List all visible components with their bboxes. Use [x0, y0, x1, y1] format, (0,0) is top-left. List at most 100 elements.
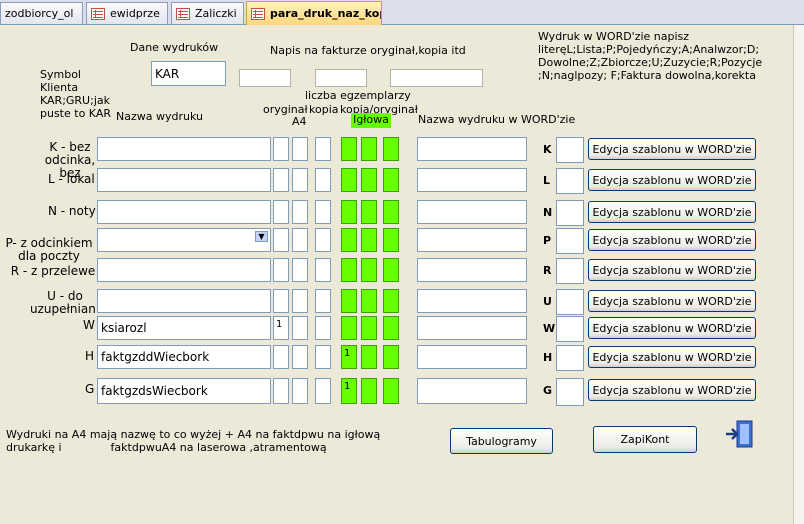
nazwa-wydruku-input[interactable] [97, 137, 271, 161]
a4-copy-field[interactable] [292, 137, 308, 161]
nazwa-wydruku-word-input[interactable] [417, 345, 527, 369]
word-type-input[interactable] [556, 289, 584, 315]
edycja-szablonu-button[interactable]: Edycja szablonu w WORD'zie [588, 259, 756, 281]
iglowa-count-field[interactable]: 1 [341, 378, 357, 404]
iglowa-kopia-field[interactable] [361, 168, 377, 192]
edycja-szablonu-button[interactable]: Edycja szablonu w WORD'zie [588, 229, 756, 251]
tab-para-druk-naz-kop[interactable]: para_druk_naz_kop [246, 1, 382, 25]
kopia-count-field[interactable] [315, 345, 331, 369]
a4-copy-field[interactable] [292, 168, 308, 192]
iglowa-kopia-field[interactable] [361, 378, 377, 404]
iglowa-kopia-field[interactable] [361, 316, 377, 340]
kopia-count-field[interactable] [315, 316, 331, 340]
word-type-input[interactable] [556, 200, 584, 226]
nazwa-wydruku-input[interactable]: faktgzdsWiecbork [97, 378, 271, 404]
nazwa-wydruku-word-input[interactable] [417, 378, 527, 404]
nazwa-wydruku-word-input[interactable] [417, 316, 527, 340]
nazwa-wydruku-word-input[interactable] [417, 228, 527, 252]
kopia-count-field[interactable] [315, 200, 331, 224]
edycja-szablonu-button[interactable]: Edycja szablonu w WORD'zie [588, 290, 756, 312]
nazwa-wydruku-input[interactable]: faktgzddWiecbork [97, 345, 271, 369]
kopia-count-field[interactable] [315, 378, 331, 404]
edycja-szablonu-button[interactable]: Edycja szablonu w WORD'zie [588, 346, 756, 368]
nazwa-wydruku-word-input[interactable] [417, 200, 527, 224]
edycja-szablonu-button[interactable]: Edycja szablonu w WORD'zie [588, 317, 756, 339]
edycja-szablonu-button[interactable]: Edycja szablonu w WORD'zie [588, 138, 756, 160]
iglowa-count-field[interactable] [341, 200, 357, 224]
chevron-down-icon[interactable]: ▼ [255, 231, 268, 242]
iglowa-kopia-oryginal-field[interactable] [383, 168, 399, 192]
word-type-input[interactable] [556, 378, 584, 406]
iglowa-kopia-field[interactable] [361, 258, 377, 282]
iglowa-count-field[interactable] [341, 316, 357, 340]
tab-zaliczki[interactable]: Zaliczki [171, 2, 244, 24]
a4-count-field[interactable] [273, 200, 289, 224]
kopia-count-field[interactable] [315, 137, 331, 161]
iglowa-kopia-field[interactable] [361, 200, 377, 224]
iglowa-count-field[interactable] [341, 289, 357, 313]
word-type-input[interactable] [556, 168, 584, 194]
iglowa-kopia-oryginal-field[interactable] [383, 258, 399, 282]
zapikont-button[interactable]: ZapiKont [593, 426, 697, 453]
iglowa-kopia-oryginal-field[interactable] [383, 378, 399, 404]
symbol-klienta-input[interactable]: KAR [151, 61, 226, 86]
a4-copy-field[interactable] [292, 316, 308, 340]
nazwa-wydruku-input[interactable] [97, 168, 271, 192]
nazwa-wydruku-input[interactable] [97, 289, 271, 313]
iglowa-kopia-field[interactable] [361, 345, 377, 369]
word-type-input[interactable] [556, 258, 584, 284]
iglowa-count-field[interactable]: 1 [341, 345, 357, 369]
iglowa-count-field[interactable] [341, 137, 357, 161]
iglowa-kopia-field[interactable] [361, 228, 377, 252]
napis-kopia-field[interactable] [315, 69, 367, 87]
nazwa-wydruku-word-input[interactable] [417, 258, 527, 282]
iglowa-kopia-oryginal-field[interactable] [383, 228, 399, 252]
word-type-input[interactable] [556, 345, 584, 371]
nazwa-wydruku-input[interactable]: ▼ [97, 228, 271, 252]
iglowa-kopia-oryginal-field[interactable] [383, 345, 399, 369]
exit-door-icon[interactable] [724, 420, 754, 448]
iglowa-kopia-field[interactable] [361, 137, 377, 161]
nazwa-wydruku-word-input[interactable] [417, 137, 527, 161]
nazwa-wydruku-word-input[interactable] [417, 289, 527, 313]
vertical-scrollbar[interactable] [793, 25, 804, 524]
tab-ewidprze[interactable]: ewidprze [86, 2, 168, 24]
kopia-count-field[interactable] [315, 228, 331, 252]
edycja-szablonu-button[interactable]: Edycja szablonu w WORD'zie [588, 169, 756, 191]
tabulogramy-button[interactable]: Tabulogramy [450, 428, 553, 454]
nazwa-wydruku-word-input[interactable] [417, 168, 527, 192]
a4-copy-field[interactable] [292, 378, 308, 404]
a4-count-field[interactable] [273, 228, 289, 252]
word-type-input[interactable] [556, 316, 584, 342]
iglowa-count-field[interactable] [341, 228, 357, 252]
a4-count-field[interactable] [273, 289, 289, 313]
a4-copy-field[interactable] [292, 228, 308, 252]
napis-oryginal-field[interactable] [239, 69, 291, 87]
iglowa-kopia-oryginal-field[interactable] [383, 289, 399, 313]
kopia-count-field[interactable] [315, 289, 331, 313]
nazwa-wydruku-input[interactable] [97, 258, 271, 282]
napis-kopia-oryginal-field[interactable] [390, 69, 483, 87]
a4-count-field[interactable] [273, 168, 289, 192]
a4-count-field[interactable] [273, 345, 289, 369]
iglowa-count-field[interactable] [341, 258, 357, 282]
kopia-count-field[interactable] [315, 258, 331, 282]
word-type-input[interactable] [556, 228, 584, 254]
word-type-input[interactable] [556, 137, 584, 163]
iglowa-kopia-oryginal-field[interactable] [383, 137, 399, 161]
nazwa-wydruku-input[interactable]: ksiarozl [97, 316, 271, 340]
edycja-szablonu-button[interactable]: Edycja szablonu w WORD'zie [588, 201, 756, 223]
a4-copy-field[interactable] [292, 345, 308, 369]
a4-count-field[interactable] [273, 137, 289, 161]
a4-count-field[interactable]: 1 [273, 316, 289, 340]
iglowa-count-field[interactable] [341, 168, 357, 192]
a4-copy-field[interactable] [292, 200, 308, 224]
a4-copy-field[interactable] [292, 258, 308, 282]
a4-count-field[interactable] [273, 258, 289, 282]
a4-count-field[interactable] [273, 378, 289, 404]
iglowa-kopia-oryginal-field[interactable] [383, 316, 399, 340]
kopia-count-field[interactable] [315, 168, 331, 192]
iglowa-kopia-field[interactable] [361, 289, 377, 313]
edycja-szablonu-button[interactable]: Edycja szablonu w WORD'zie [588, 379, 756, 401]
tab-zodbiorcy[interactable]: zodbiorcy_ol [0, 2, 83, 24]
